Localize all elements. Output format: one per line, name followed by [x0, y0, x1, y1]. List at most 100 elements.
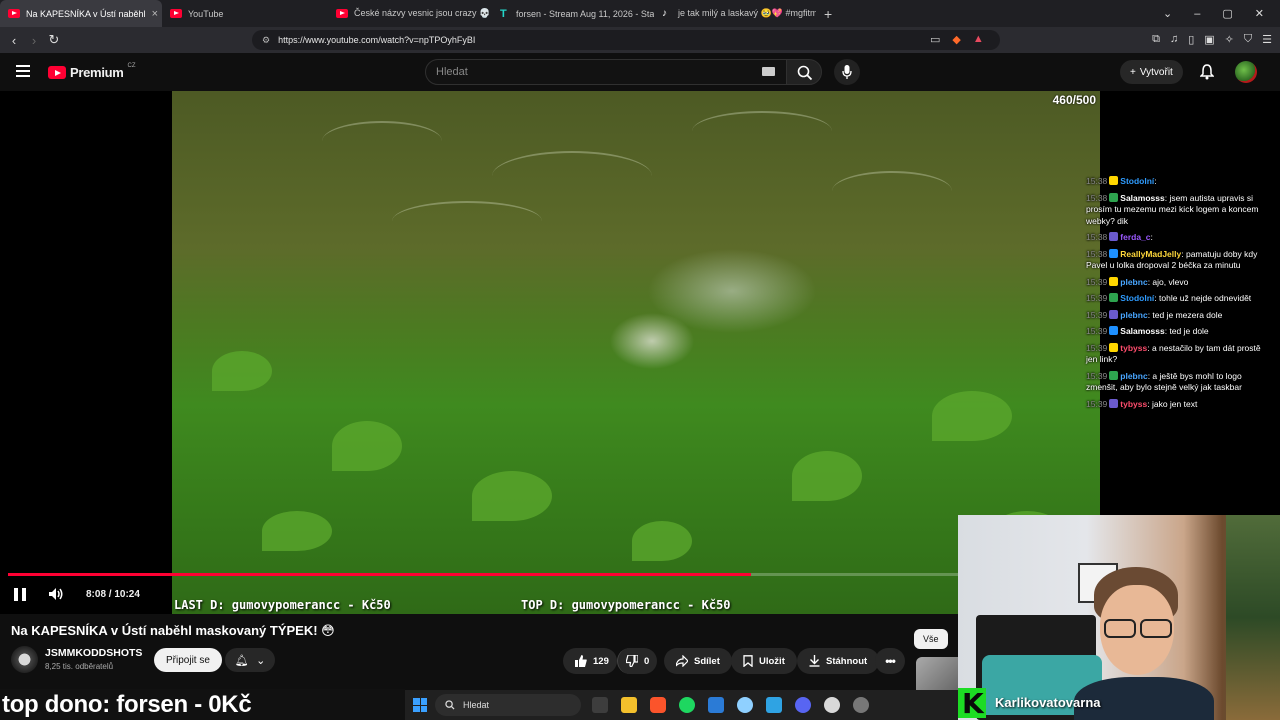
- save-button[interactable]: Uložit: [731, 648, 797, 674]
- chat-username: Salamosss: [1120, 326, 1165, 336]
- tab-vesnice[interactable]: České názvy vesnic jsou crazy 💀 #c: [328, 0, 492, 27]
- chat-message: 15:39 Stodolní: tohle už nejde odnevidět: [1086, 293, 1252, 303]
- tab-forsen-stats[interactable]: T forsen - Stream Aug 11, 2026 - Stats: [492, 0, 654, 27]
- chat-message: 15:39 tybyss: jako jen text: [1086, 398, 1198, 409]
- microphone-icon: [842, 65, 852, 79]
- download-button[interactable]: Stáhnout: [797, 648, 880, 674]
- leo-icon[interactable]: ✧: [1225, 33, 1234, 46]
- chat-message: 15:39 plebnc: ted je mezera dole: [1086, 309, 1223, 320]
- voice-search-button[interactable]: [834, 59, 860, 85]
- tab-list-icon[interactable]: ⌄: [1163, 7, 1172, 20]
- chat-message: 15:39 plebnc: a ještě bys mohl to logo zm…: [1086, 370, 1242, 392]
- maximize-icon[interactable]: ▢: [1222, 7, 1232, 20]
- chat-text: jako jen text: [1151, 398, 1198, 409]
- spotify-icon[interactable]: [679, 697, 695, 713]
- bell-icon: 🔔︎: [234, 654, 249, 667]
- subscription-bell-button[interactable]: 🔔︎ ⌄: [225, 648, 275, 672]
- stream-chat-overlay: 15:38 Stodolní: 15:38 Salamosss: jsem auti…: [1086, 176, 1270, 415]
- chat-badge-icon: [1109, 293, 1119, 302]
- taskbar-search[interactable]: Hledat: [435, 694, 581, 716]
- media-icon[interactable]: ♫: [1170, 33, 1178, 46]
- forward-icon[interactable]: ›: [24, 33, 44, 48]
- notifications-bell-icon[interactable]: [1200, 64, 1214, 80]
- close-window-icon[interactable]: ✕: [1255, 7, 1264, 20]
- recommended-thumbnail[interactable]: [916, 657, 958, 692]
- brave-shields-icon[interactable]: ◆: [952, 33, 960, 46]
- wallet-icon[interactable]: ▣: [1204, 33, 1214, 46]
- sidebar-icon[interactable]: ▯: [1188, 33, 1194, 46]
- chat-text: ted je dole: [1169, 326, 1209, 336]
- download-label: Stáhnout: [826, 655, 868, 667]
- vpn-icon[interactable]: ⛉: [1244, 33, 1252, 46]
- windows-start-icon[interactable]: [413, 698, 427, 712]
- discord-icon[interactable]: [795, 697, 811, 713]
- chat-badge-icon: [1109, 276, 1119, 286]
- extensions-icon[interactable]: ⧉: [1152, 33, 1160, 46]
- chat-badge-icon: [1109, 370, 1119, 380]
- more-actions-button[interactable]: •••: [875, 648, 905, 674]
- chat-timestamp: 15:38: [1086, 176, 1108, 186]
- chat-text: ajo, vlevo: [1152, 276, 1189, 287]
- save-label: Uložit: [759, 655, 785, 667]
- ccleaner-icon[interactable]: [737, 697, 753, 713]
- channel-name[interactable]: JSMMKODDSHOTS: [45, 647, 142, 659]
- tab-tiktok[interactable]: ♪ je tak milý a laskavý 🥹💖 #mgfitm: [654, 0, 816, 27]
- url-field[interactable]: ⚙ https://www.youtube.com/watch?v=npTPOy…: [252, 30, 1000, 50]
- chat-timestamp: 15:38: [1086, 248, 1108, 259]
- chat-username: tybyss: [1120, 342, 1148, 353]
- progress-fill: [8, 573, 751, 576]
- site-info-icon[interactable]: ⚙: [262, 35, 270, 46]
- search-button[interactable]: [786, 59, 822, 85]
- channel-avatar[interactable]: [11, 646, 38, 673]
- progress-bar[interactable]: [8, 573, 958, 576]
- task-view-icon[interactable]: [592, 697, 608, 713]
- filter-chip-all[interactable]: Vše: [914, 629, 948, 649]
- keyboard-icon[interactable]: [762, 67, 775, 76]
- chat-timestamp: 15:39: [1086, 398, 1108, 409]
- chat-timestamp: 15:39: [1086, 342, 1108, 353]
- pause-button[interactable]: [14, 588, 26, 601]
- like-count: 129: [593, 655, 609, 667]
- thumbs-up-icon: [575, 655, 587, 667]
- obs-icon[interactable]: [853, 697, 869, 713]
- brave-browser-icon[interactable]: [650, 697, 666, 713]
- tab-youtube[interactable]: YouTube: [162, 0, 328, 27]
- dislike-button[interactable]: 0: [617, 648, 657, 674]
- app-icon-2[interactable]: [824, 697, 840, 713]
- tab-active-video[interactable]: Na KAPESNÍKA v Ústí naběhl ×: [0, 0, 162, 27]
- like-button[interactable]: 129: [563, 648, 617, 674]
- chat-username: ferda_c: [1120, 232, 1151, 242]
- app-icon[interactable]: [708, 697, 724, 713]
- create-button[interactable]: + Vytvořit: [1120, 60, 1183, 84]
- menu-icon[interactable]: ☰: [1262, 33, 1272, 46]
- rewards-icon[interactable]: ▲: [973, 33, 984, 46]
- dislike-count: 0: [644, 655, 650, 667]
- join-button[interactable]: Připojit se: [154, 648, 222, 672]
- close-tab-icon[interactable]: ×: [152, 8, 158, 20]
- plus-icon: +: [1130, 66, 1136, 78]
- new-tab-button[interactable]: +: [824, 6, 832, 22]
- top-donation-ticker: top dono: forsen - 0Kč: [0, 689, 405, 720]
- chat-timestamp: 15:39: [1086, 309, 1108, 320]
- search-input[interactable]: Hledat: [425, 59, 787, 85]
- cast-icon[interactable]: ▭: [930, 33, 940, 46]
- volume-icon[interactable]: [48, 587, 64, 601]
- browser-tab-strip: Na KAPESNÍKA v Ústí naběhl × YouTube Čes…: [0, 0, 1280, 27]
- chat-timestamp: 15:39: [1086, 276, 1108, 287]
- chat-username: Salamosss: [1120, 192, 1165, 203]
- photos-icon[interactable]: [766, 697, 782, 713]
- minimize-icon[interactable]: –: [1194, 8, 1200, 20]
- back-icon[interactable]: ‹: [4, 33, 24, 48]
- share-button[interactable]: Sdílet: [664, 648, 732, 674]
- time-display: 8:08 / 10:24: [76, 583, 150, 605]
- youtube-logo[interactable]: Premium CZ: [48, 63, 136, 80]
- guide-menu-icon[interactable]: [16, 65, 30, 77]
- reload-icon[interactable]: ↻: [44, 32, 64, 48]
- account-avatar[interactable]: [1235, 61, 1257, 83]
- chat-badge-icon: [1109, 192, 1119, 202]
- file-explorer-icon[interactable]: [621, 697, 637, 713]
- chat-badge-icon: [1109, 232, 1119, 241]
- chat-message: 15:39 plebnc: ajo, vlevo: [1086, 276, 1189, 287]
- chat-text: ted je mezera dole: [1152, 309, 1223, 320]
- bookmark-icon: [743, 655, 753, 667]
